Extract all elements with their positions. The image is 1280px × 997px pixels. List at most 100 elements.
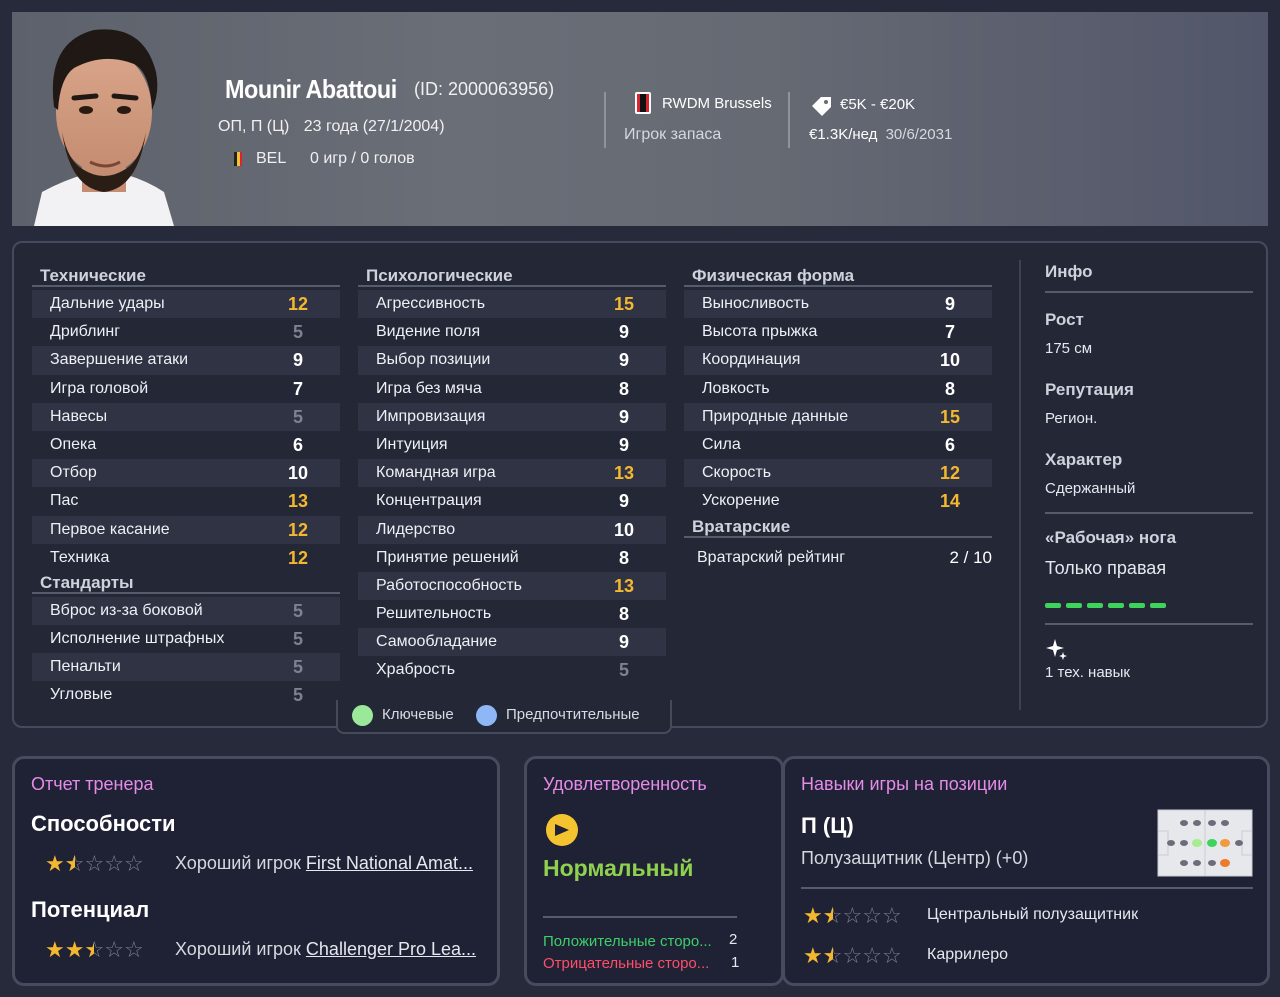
attribute-row[interactable]: Скорость 12 — [684, 459, 992, 488]
attribute-row[interactable]: Агрессивность 15 — [358, 290, 666, 319]
attribute-row[interactable]: Самообладание 9 — [358, 628, 666, 657]
attribute-row[interactable]: Игра головой 7 — [32, 375, 340, 403]
attribute-label: Пас — [50, 492, 79, 510]
attribute-value: 7 — [944, 322, 955, 343]
attribute-row[interactable]: Решительность 8 — [358, 600, 666, 628]
attribute-label: Пенальти — [50, 658, 121, 676]
goalkeeper-rating-value: 2 / 10 — [949, 547, 992, 567]
attribute-row[interactable]: Вброс из-за боковой 5 — [32, 596, 340, 626]
attribute-value: 8 — [618, 547, 629, 568]
personality-label: Характер — [1045, 450, 1123, 469]
attribute-row[interactable]: Ускорение 14 — [684, 487, 992, 515]
attribute-value: 8 — [618, 604, 629, 625]
negative-factors-label[interactable]: Отрицательные сторо... — [543, 955, 733, 972]
attribute-row[interactable]: Пас 13 — [32, 487, 340, 515]
attribute-label: Дриблинг — [50, 323, 121, 341]
belgium-flag-icon — [234, 152, 242, 166]
attribute-value: 5 — [292, 629, 303, 650]
ability-label: Способности — [31, 811, 176, 836]
attribute-label: Игра головой — [50, 379, 149, 397]
physical-column: Физическая форма Выносливость 9 Высота пры… — [684, 265, 992, 575]
ability-stars: ★☆★☆☆☆ — [45, 851, 144, 876]
attribute-row[interactable]: Завершение атаки 9 — [32, 346, 340, 375]
attribute-row[interactable]: Командная игра 13 — [358, 459, 666, 488]
attribute-row[interactable]: Отбор 10 — [32, 459, 340, 488]
attribute-row[interactable]: Высота прыжка 7 — [684, 318, 992, 346]
attribute-value: 9 — [944, 294, 955, 314]
attribute-label: Лидерство — [376, 520, 456, 538]
attribute-row[interactable]: Угловые 5 — [32, 681, 340, 709]
attribute-row[interactable]: Дриблинг 5 — [32, 318, 340, 346]
attribute-label: Выбор позиции — [376, 351, 491, 369]
mental-list: Агрессивность 15 Видение поля 9 Выбор позици… — [358, 290, 666, 685]
attribute-row[interactable]: Выносливость 9 — [684, 290, 992, 319]
attribute-row[interactable]: Импровизация 9 — [358, 402, 666, 431]
attribute-value: 9 — [618, 491, 629, 512]
attribute-row[interactable]: Сила 6 — [684, 431, 992, 459]
attribute-row[interactable]: Принятие решений 8 — [358, 544, 666, 572]
ability-text: Хороший игрок First National Amat... — [175, 853, 485, 874]
pitch-diagram-icon — [1157, 809, 1253, 877]
traits-count[interactable]: 1 тех. навык — [1045, 664, 1130, 681]
key-attribute-dot — [352, 705, 373, 726]
attribute-row[interactable]: Дальние удары 12 — [32, 290, 340, 319]
attribute-value: 5 — [292, 406, 303, 427]
attribute-value: 12 — [287, 294, 309, 314]
attribute-row[interactable]: Игра без мяча 8 — [358, 375, 666, 403]
attribute-row[interactable]: Опека 6 — [32, 431, 340, 459]
attribute-row[interactable]: Природные данные 15 — [684, 402, 992, 431]
attribute-row[interactable]: Видение поля 9 — [358, 318, 666, 346]
positive-factors-label[interactable]: Положительные сторо... — [543, 933, 733, 950]
attribute-label: Навесы — [50, 407, 108, 425]
reputation-label: Репутация — [1045, 380, 1134, 399]
attribute-row[interactable]: Техника 12 — [32, 544, 340, 572]
attribute-row[interactable]: Пенальти 5 — [32, 653, 340, 682]
attribute-value: 5 — [292, 600, 303, 621]
attribute-label: Отбор — [50, 464, 97, 482]
potential-label: Потенциал — [31, 897, 150, 922]
role-label[interactable]: Центральный полузащитник — [927, 906, 1138, 924]
physical-title: Физическая форма — [684, 265, 992, 287]
player-header: Mounir Abattoui (ID: 2000063956) ОП, П (… — [12, 12, 1268, 226]
coach-report-title: Отчет тренера — [31, 774, 154, 794]
attribute-row[interactable]: Интуиция 9 — [358, 431, 666, 459]
header-divider — [788, 92, 790, 148]
attribute-value: 5 — [292, 322, 303, 343]
nationality[interactable]: BEL — [256, 150, 286, 168]
international-caps: 0 игр / 0 голов — [310, 150, 415, 167]
attribute-row[interactable]: Выбор позиции 9 — [358, 346, 666, 375]
attribute-label: Исполнение штрафных — [50, 630, 225, 648]
attribute-row[interactable]: Навесы 5 — [32, 402, 340, 431]
happiness-status: Нормальный — [543, 855, 694, 881]
attribute-label: Техника — [50, 548, 110, 566]
attribute-row[interactable]: Ловкость 8 — [684, 375, 992, 403]
preferred-foot-bar — [1045, 603, 1166, 608]
attribute-row[interactable]: Первое касание 12 — [32, 515, 340, 544]
player-id: (ID: 2000063956) — [414, 79, 555, 99]
potential-league-link[interactable]: Challenger Pro Lea... — [306, 939, 476, 959]
attribute-row[interactable]: Координация 10 — [684, 346, 992, 375]
position-code: П (Ц) — [801, 813, 854, 838]
attribute-label: Ускорение — [702, 492, 780, 510]
goalkeeper-rating-row: Вратарский рейтинг 2 / 10 — [684, 541, 992, 575]
reputation-value: Регион. — [1045, 410, 1098, 427]
potential-text: Хороший игрок Challenger Pro Lea... — [175, 939, 485, 960]
attribute-row[interactable]: Концентрация 9 — [358, 487, 666, 515]
attribute-row[interactable]: Работоспособность 13 — [358, 571, 666, 601]
club-name[interactable]: RWDM Brussels — [662, 95, 772, 112]
attribute-value: 13 — [287, 491, 309, 512]
preferred-foot-value: Только правая — [1045, 558, 1167, 578]
attribute-value: 9 — [618, 434, 629, 455]
attribute-row[interactable]: Лидерство 10 — [358, 515, 666, 544]
attribute-row[interactable]: Исполнение штрафных 5 — [32, 625, 340, 653]
attribute-label: Ловкость — [702, 379, 770, 397]
attribute-value: 13 — [613, 575, 635, 596]
ability-league-link[interactable]: First National Amat... — [306, 853, 473, 873]
happiness-card: Удовлетворенность Нормальный Положительн… — [524, 756, 784, 986]
ability-prefix: Хороший игрок — [175, 853, 301, 873]
attribute-value: 9 — [618, 406, 629, 427]
role-label[interactable]: Каррилеро — [927, 946, 1008, 964]
attribute-value: 9 — [618, 322, 629, 343]
attribute-legend: Ключевые Предпочтительные — [336, 700, 672, 734]
attribute-row[interactable]: Храбрость 5 — [358, 656, 666, 684]
